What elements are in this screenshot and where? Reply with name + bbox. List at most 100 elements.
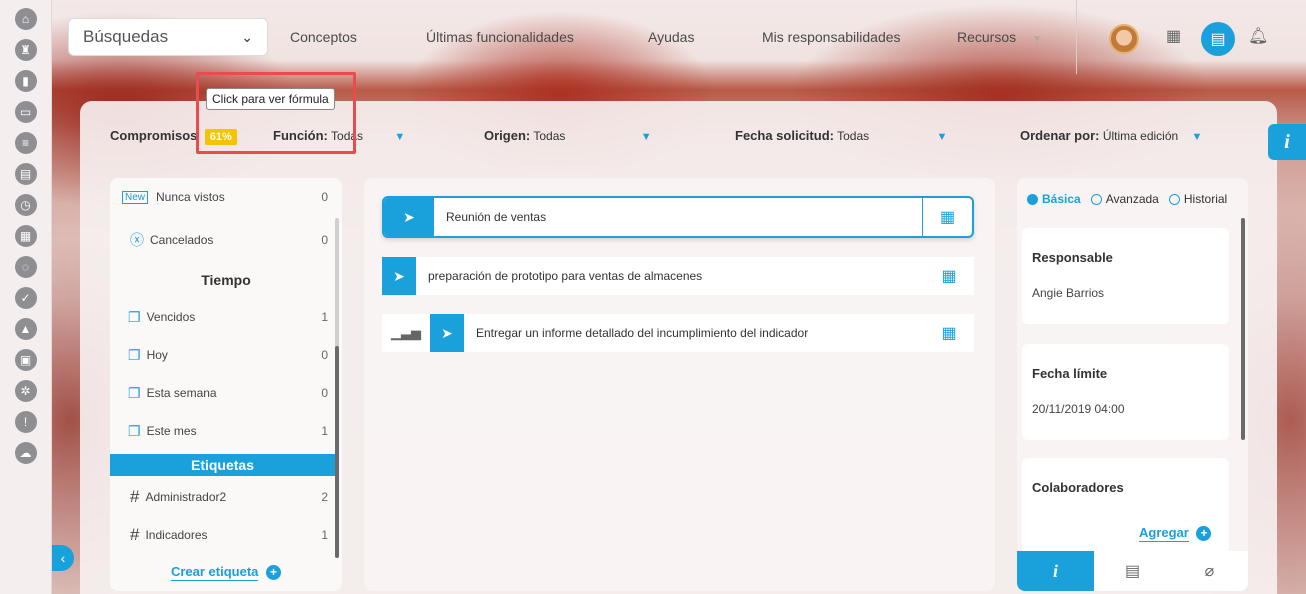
radio-historial-label[interactable]: Historial xyxy=(1184,192,1227,206)
gear-icon[interactable]: ✲ xyxy=(14,380,37,402)
caret-down-icon: ▼ xyxy=(1191,131,1203,143)
left-panel: New Nunca vistos 0 ⓧ Cancelados 0 Tiempo… xyxy=(110,178,342,591)
origen-filter[interactable]: Origen: Todas ▼ xyxy=(484,128,652,143)
plus-circle-icon: + xyxy=(1196,526,1212,542)
nav-conceptos[interactable]: Conceptos xyxy=(290,29,357,45)
etiquetas-heading: Etiquetas xyxy=(110,454,335,476)
nav-mis-responsabilidades[interactable]: Mis responsabilidades xyxy=(762,29,901,45)
tab-attachments[interactable]: ⌀ xyxy=(1171,551,1248,591)
agregar-button[interactable]: Agregar + xyxy=(1139,525,1212,542)
task-row[interactable]: ▁▃▅ ➤ Entregar un informe detallado del … xyxy=(382,314,974,352)
origen-value: Todas xyxy=(533,129,566,143)
alert-icon[interactable]: ! xyxy=(14,411,37,433)
clock-icon[interactable]: ◷ xyxy=(14,194,37,216)
send-icon: ➤ xyxy=(430,314,464,352)
calendar-note-icon: ❐ xyxy=(128,346,141,363)
crear-etiqueta-label: Crear etiqueta xyxy=(170,564,259,581)
compromisos-label: Compromisos xyxy=(110,128,198,143)
calendar-note-icon: ❐ xyxy=(128,308,141,325)
tab-info[interactable]: i xyxy=(1017,551,1094,591)
nav-ayudas[interactable]: Ayudas xyxy=(648,29,694,45)
fecha-solicitud-label: Fecha solicitud: xyxy=(735,128,834,143)
tab-comments[interactable]: ▤ xyxy=(1094,551,1171,591)
hash-icon: # xyxy=(130,525,140,544)
list-item-label: Hoy xyxy=(146,348,168,362)
scrollbar-thumb[interactable] xyxy=(335,346,339,558)
agregar-label: Agregar xyxy=(1139,525,1189,542)
home-icon[interactable]: ⌂ xyxy=(14,8,37,30)
search-select-label: Búsquedas xyxy=(83,27,169,46)
calendar-icon[interactable]: ▦ xyxy=(1166,26,1181,46)
avatar[interactable] xyxy=(1109,24,1139,54)
radio-historial[interactable] xyxy=(1168,193,1180,205)
list-item-hoy[interactable]: ❐ Hoy 0 xyxy=(110,340,342,370)
highlight-box xyxy=(196,72,356,154)
list-item-label: Indicadores xyxy=(145,528,208,542)
rook-icon[interactable]: ♜ xyxy=(14,39,37,61)
nav-ultimas-funcionalidades[interactable]: Últimas funcionalidades xyxy=(426,29,574,45)
plus-circle-icon: + xyxy=(266,565,282,581)
list-item-cancelados[interactable]: ⓧ Cancelados 0 xyxy=(110,225,342,255)
task-row[interactable]: ➤ preparación de prototipo para ventas d… xyxy=(382,257,974,295)
list-item-indicadores[interactable]: # Indicadores 1 xyxy=(110,520,342,550)
calendar-icon[interactable]: ▣ xyxy=(14,349,37,371)
list-item-count: 0 xyxy=(321,386,328,400)
responsable-card: Responsable Angie Barrios xyxy=(1022,228,1229,324)
caret-down-icon: ▼ xyxy=(936,131,948,143)
list-item-count: 1 xyxy=(321,424,328,438)
presentation-icon[interactable]: ▭ xyxy=(14,101,37,123)
calendar-pen-icon[interactable]: ▦ xyxy=(924,323,974,343)
list-item-count: 0 xyxy=(321,348,328,362)
paperclip-icon: ⌀ xyxy=(1204,563,1215,580)
fecha-solicitud-value: Todas xyxy=(837,129,870,143)
scrollbar[interactable] xyxy=(335,218,339,558)
view-mode-radios: Básica Avanzada Historial xyxy=(1027,192,1233,206)
folder-icon[interactable]: ▤ xyxy=(1201,22,1235,56)
cloud-icon[interactable]: ☁ xyxy=(14,442,37,464)
task-label: Reunión de ventas xyxy=(446,210,547,224)
cycle-icon[interactable]: ◌ xyxy=(14,256,37,278)
list-item-administrador2[interactable]: # Administrador2 2 xyxy=(110,482,342,512)
document-icon[interactable]: ▦ xyxy=(14,225,37,247)
origen-label: Origen: xyxy=(484,128,531,143)
new-badge: New xyxy=(122,190,149,204)
scrollbar[interactable] xyxy=(1241,218,1245,440)
warning-icon[interactable]: ▲ xyxy=(14,318,37,340)
ordenar-filter[interactable]: Ordenar por: Última edición ▼ xyxy=(1020,128,1202,143)
list-item-label: Este mes xyxy=(146,424,197,438)
list-item-nunca-vistos[interactable]: New Nunca vistos 0 xyxy=(110,182,342,212)
search-select[interactable]: Búsquedas ⌄ xyxy=(68,18,268,56)
bar-chart-icon[interactable]: ▮ xyxy=(14,70,37,92)
bar-chart-icon: ▁▃▅ xyxy=(391,325,421,340)
caret-down-icon: ▼ xyxy=(1032,34,1042,45)
side-info-button[interactable]: i xyxy=(1268,124,1306,160)
radio-avanzada-label[interactable]: Avanzada xyxy=(1106,192,1159,206)
colaboradores-title: Colaboradores xyxy=(1032,480,1124,495)
radio-basica[interactable] xyxy=(1027,193,1038,205)
crear-etiqueta-button[interactable]: Crear etiqueta + xyxy=(110,564,342,581)
list-item-esta-semana[interactable]: ❐ Esta semana 0 xyxy=(110,378,342,408)
radio-avanzada[interactable] xyxy=(1090,193,1102,205)
details-tabs: i ▤ ⌀ xyxy=(1017,551,1248,591)
task-row[interactable]: ➤ Reunión de ventas ▦ xyxy=(382,196,974,238)
bell-icon[interactable]: 🔔︎ xyxy=(1248,26,1268,46)
folder-icon[interactable]: ▤ xyxy=(14,163,37,185)
list-item-count: 1 xyxy=(321,528,328,542)
calendar-pen-icon[interactable]: ▦ xyxy=(922,198,972,236)
calendar-pen-icon[interactable]: ▦ xyxy=(924,266,974,286)
formula-tooltip: Click para ver fórmula xyxy=(206,88,335,110)
check-icon[interactable]: ✓ xyxy=(14,287,37,309)
send-icon: ➤ xyxy=(382,257,416,295)
colaboradores-card: Colaboradores Agregar + xyxy=(1022,458,1229,554)
list-item-vencidos[interactable]: ❐ Vencidos 1 xyxy=(110,302,342,332)
chevron-down-icon: ⌄ xyxy=(241,28,253,45)
nav-recursos-label: Recursos xyxy=(957,29,1017,45)
nav-recursos[interactable]: Recursos ▼ xyxy=(957,29,1042,45)
lines-icon[interactable]: ≡ xyxy=(14,132,37,154)
fecha-solicitud-filter[interactable]: Fecha solicitud: Todas ▼ xyxy=(735,128,947,143)
radio-basica-label[interactable]: Básica xyxy=(1042,192,1081,206)
tiempo-heading: Tiempo xyxy=(201,272,251,288)
list-item-label: Administrador2 xyxy=(145,490,227,504)
list-item-este-mes[interactable]: ❐ Este mes 1 xyxy=(110,416,342,446)
caret-down-icon: ▼ xyxy=(394,131,406,143)
